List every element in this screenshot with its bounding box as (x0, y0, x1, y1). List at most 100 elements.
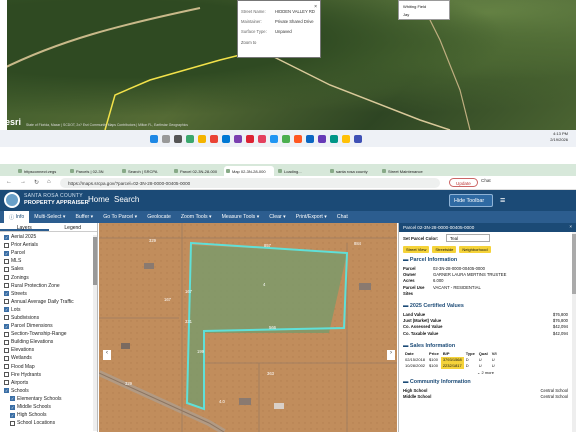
layer-checkbox[interactable] (4, 275, 9, 281)
parcel-map[interactable]: 329 857 884 167 167 331 566 199 363 329 … (99, 223, 397, 432)
close-icon[interactable]: × (314, 4, 317, 10)
instagram-icon[interactable] (258, 134, 266, 143)
layer-item[interactable]: ✓ Middle Schools (4, 403, 97, 411)
layer-checkbox[interactable]: ✓ (4, 234, 9, 240)
layer-item[interactable]: School Locations (4, 419, 97, 427)
zoom-to-link[interactable]: Zoom to (241, 40, 317, 45)
tool-chat[interactable]: Chat (332, 211, 353, 223)
folder-icon[interactable] (198, 134, 206, 143)
layer-item[interactable]: Airports (4, 379, 97, 387)
layer-checkbox[interactable] (4, 380, 9, 386)
layer-item[interactable]: ✓ Schools (4, 387, 97, 395)
layer-item[interactable]: Subdivisions (4, 314, 97, 322)
forward-icon[interactable]: → (20, 179, 26, 185)
layer-checkbox[interactable] (10, 420, 15, 426)
layer-checkbox[interactable] (4, 299, 9, 305)
tool-multi-select[interactable]: Multi-Select ▾ (29, 211, 70, 223)
browser-tab[interactable]: Loading... (276, 166, 326, 176)
tool-go-to-parcel[interactable]: Go To Parcel ▾ (98, 211, 142, 223)
app-icon[interactable] (234, 134, 242, 143)
layer-checkbox[interactable]: ✓ (10, 404, 15, 410)
layer-checkbox[interactable] (4, 258, 9, 264)
layer-item[interactable]: ✓ High Schools (4, 411, 97, 419)
sales-more-link[interactable]: ⌄ 2 more (403, 370, 568, 375)
layer-item[interactable]: ✓ Elementary Schools (4, 395, 97, 403)
tool-print-export[interactable]: Print/Export ▾ (291, 211, 332, 223)
chevron-right-icon[interactable]: › (387, 350, 395, 360)
layer-item[interactable]: Section-Township-Range (4, 330, 97, 338)
layer-checkbox[interactable]: ✓ (10, 412, 15, 418)
home-link[interactable]: Home (88, 195, 109, 204)
app-icon[interactable] (282, 134, 290, 143)
layers-scroll-thumb[interactable] (93, 237, 97, 285)
layer-checkbox[interactable] (4, 266, 9, 272)
map-canvas[interactable]: 329 857 884 167 167 331 566 199 363 329 … (99, 223, 397, 432)
app-icon[interactable] (306, 134, 314, 143)
browser-tab-active[interactable]: Map 02-3N-28-000 (224, 166, 274, 176)
panel-scroll-thumb[interactable] (572, 234, 576, 294)
layer-checkbox[interactable] (4, 283, 9, 289)
sales-cell[interactable]: 2232/1817 (440, 362, 464, 369)
tool-clear[interactable]: Clear ▾ (264, 211, 290, 223)
tool-measure-tools[interactable]: Measure Tools ▾ (217, 211, 265, 223)
reload-icon[interactable]: ↻ (34, 179, 39, 186)
layer-checkbox[interactable]: ✓ (4, 388, 9, 394)
tab-legend[interactable]: Legend (49, 223, 98, 231)
layer-checkbox[interactable] (4, 364, 9, 370)
layer-item[interactable]: Annual Average Daily Traffic (4, 298, 97, 306)
app-icon[interactable] (294, 134, 302, 143)
layer-item[interactable]: ✓ Parcel (4, 249, 97, 257)
layer-item[interactable]: Rural Protection Zone (4, 282, 97, 290)
edge-icon[interactable] (186, 134, 194, 143)
layer-item[interactable]: Prior Aerials (4, 241, 97, 249)
layer-checkbox[interactable]: ✓ (4, 307, 9, 313)
layer-item[interactable]: ✓ Parcel Dimensions (4, 322, 97, 330)
layer-item[interactable]: Wetlands (4, 354, 97, 362)
layer-item[interactable]: Flood Map (4, 363, 97, 371)
tool-geolocate[interactable]: Geolocate (142, 211, 176, 223)
layer-checkbox[interactable]: ✓ (4, 291, 9, 297)
layer-checkbox[interactable] (4, 331, 9, 337)
tool-info[interactable]: ⓘ Info (4, 211, 30, 223)
app-icon[interactable] (330, 134, 338, 143)
layer-item[interactable]: ✓ Streets (4, 290, 97, 298)
browser-tab[interactable]: httpsconnect.vegs (16, 166, 66, 176)
layer-checkbox[interactable] (4, 347, 9, 353)
browser-tab[interactable]: Parcels | 02-3N (68, 166, 118, 176)
menu-icon[interactable]: ≡ (500, 195, 505, 205)
mail-icon[interactable] (222, 134, 230, 143)
app-icon[interactable] (342, 134, 350, 143)
hide-toolbar-button[interactable]: Hide Toolbar (449, 194, 493, 207)
browser-tab[interactable]: Parcel 02-3N-28-000 (172, 166, 222, 176)
parcel-color-select[interactable]: Teal (446, 234, 490, 242)
layer-checkbox[interactable]: ✓ (4, 323, 9, 329)
streetside-button[interactable]: Streetside (432, 246, 457, 253)
layer-item[interactable]: Elevations (4, 346, 97, 354)
update-button[interactable]: Update (449, 178, 478, 187)
layer-item[interactable]: MLS (4, 257, 97, 265)
home-icon[interactable]: ⌂ (47, 179, 51, 185)
back-icon[interactable]: ← (6, 179, 12, 185)
layer-checkbox[interactable] (4, 315, 9, 321)
chrome-icon[interactable] (210, 134, 218, 143)
layer-checkbox[interactable]: ✓ (4, 250, 9, 256)
search-link[interactable]: Search (114, 195, 139, 204)
layer-item[interactable]: Zonings (4, 273, 97, 281)
windows-icon[interactable] (150, 134, 158, 143)
layer-checkbox[interactable]: ✓ (10, 396, 15, 402)
tool-buffer[interactable]: Buffer ▾ (70, 211, 98, 223)
url-field[interactable]: https://maps.srcpa.gov/?parcel=02-3N-28-… (60, 178, 440, 188)
layer-item[interactable]: Sales (4, 265, 97, 273)
tab-layers[interactable]: Layers (0, 223, 49, 231)
task-view-icon[interactable] (174, 134, 182, 143)
layer-item[interactable]: Fire Hydrants (4, 371, 97, 379)
layer-checkbox[interactable] (4, 339, 9, 345)
layer-item[interactable]: Building Elevations (4, 338, 97, 346)
browser-tab[interactable]: Search | SRCPA (120, 166, 170, 176)
tool-zoom-tools[interactable]: Zoom Tools ▾ (176, 211, 217, 223)
close-icon[interactable]: × (569, 224, 572, 229)
chat-button[interactable]: Chat (481, 178, 491, 183)
browser-tab[interactable]: Street Maintenance (380, 166, 430, 176)
system-clock[interactable]: 4:13 PM 2/19/2026 (550, 131, 568, 143)
neighborhood-button[interactable]: Neighborhood (459, 246, 491, 253)
